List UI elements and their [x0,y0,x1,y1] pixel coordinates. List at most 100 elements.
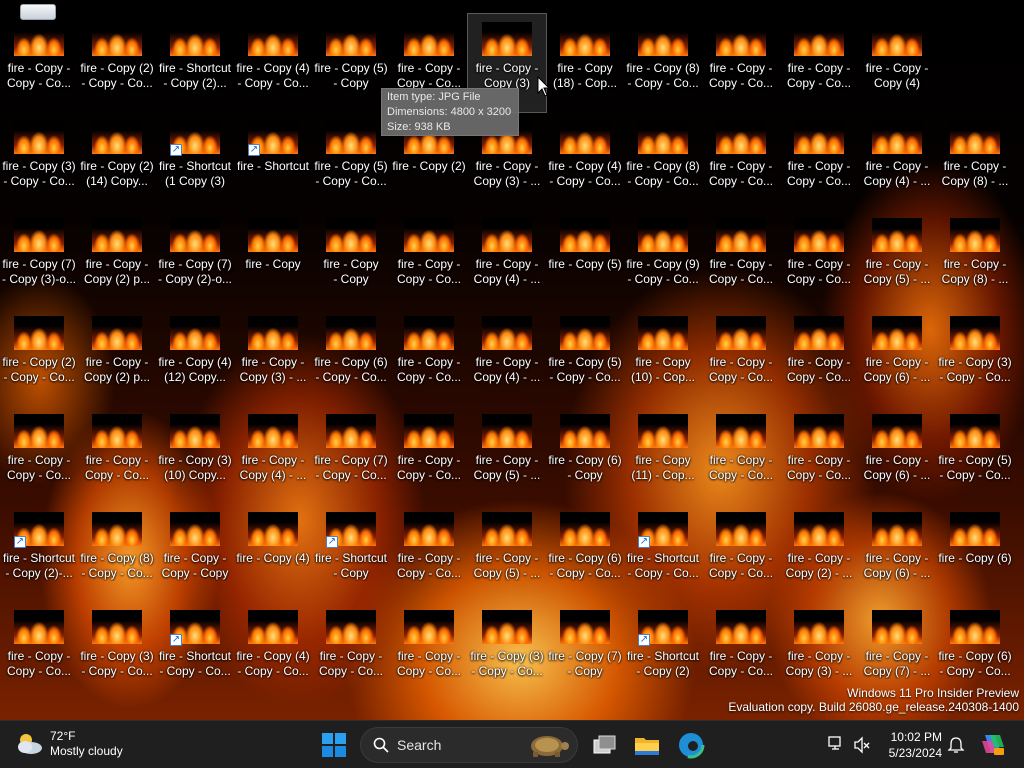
desktop-file-icon[interactable]: fire - Copy (8) - Copy - Co... [624,112,702,210]
desktop-file-icon[interactable]: fire - Copy (3) (10) Copy... [156,406,234,504]
desktop-file-icon[interactable]: fire - Copy (6) [936,504,1014,602]
desktop-file-icon[interactable]: fire - Copy - Copy - Co... [702,112,780,210]
desktop-file-icon[interactable]: fire - Copy (3) - Copy - Co... [78,602,156,700]
desktop-file-icon[interactable]: fire - Copy - Copy - Co... [390,210,468,308]
desktop-file-icon[interactable]: ↗ fire - Shortcut - Copy - Co... [156,602,234,700]
desktop-file-icon[interactable]: fire - Copy - Copy (6) - ... [858,308,936,406]
desktop-file-icon[interactable]: fire - Copy - Copy - Co... [0,602,78,700]
desktop-file-icon[interactable]: fire - Copy - Copy - Co... [780,112,858,210]
system-clock[interactable]: 10:02 PM 5/23/2024 [878,729,942,761]
desktop-file-icon[interactable]: fire - Copy - Copy (4) - ... [468,210,546,308]
desktop-file-icon[interactable]: fire - Copy - Copy (2) p... [78,210,156,308]
desktop-file-icon[interactable]: fire - Copy - Copy - Co... [312,602,390,700]
desktop-file-icon[interactable]: fire - Copy - Copy (6) - ... [858,406,936,504]
desktop-file-icon[interactable]: fire - Copy (7) - Copy - Co... [312,406,390,504]
desktop-file-label: fire - Copy - Copy (4) - ... [473,257,541,286]
desktop-file-icon[interactable]: fire - Copy - Copy (4) - ... [858,112,936,210]
desktop-file-icon[interactable]: fire - Copy (5) - Copy - Co... [936,406,1014,504]
desktop-file-icon[interactable]: fire - Copy - Copy - Co... [390,504,468,602]
notification-bell-icon[interactable] [947,736,965,754]
desktop-file-icon[interactable]: fire - Copy (6) - Copy [546,406,624,504]
desktop-file-icon[interactable]: fire - Copy (11) - Cop... [624,406,702,504]
desktop-file-icon[interactable]: fire - Copy (5) - Copy [312,14,390,112]
volume-muted-icon[interactable] [853,736,871,754]
desktop-file-icon[interactable]: fire - Copy (8) - Copy - Co... [78,504,156,602]
desktop-file-icon[interactable]: fire - Copy (7) - Copy [546,602,624,700]
desktop-file-icon[interactable]: fire - Copy - Copy - Co... [390,406,468,504]
desktop-file-icon[interactable]: fire - Copy - Copy - Co... [780,308,858,406]
desktop-file-icon[interactable]: fire - Copy - Copy (5) - ... [468,504,546,602]
windows-start-icon[interactable] [321,732,347,758]
search-input[interactable]: Search [360,727,578,763]
desktop-file-icon[interactable]: fire - Shortcut - Copy (2)... [156,14,234,112]
desktop-file-icon[interactable]: fire - Copy (4) - Copy - Co... [234,14,312,112]
desktop-file-icon[interactable]: fire - Copy (5) - Copy - Co... [312,112,390,210]
desktop-file-icon[interactable]: fire - Copy - Copy (5) - ... [858,210,936,308]
desktop-file-icon[interactable]: fire - Copy - Copy - Copy [156,504,234,602]
desktop-file-icon[interactable]: fire - Copy - Copy - Co... [702,14,780,112]
desktop-file-icon[interactable]: fire - Copy - Copy (6) - ... [858,504,936,602]
desktop-file-icon[interactable]: fire - Copy - Copy (2) - ... [780,504,858,602]
desktop-file-icon[interactable]: fire - Copy (4) (12) Copy... [156,308,234,406]
desktop-file-icon[interactable]: ↗ fire - Shortcut - Copy (2) [624,602,702,700]
desktop-file-icon[interactable]: fire - Copy (6) - Copy - Co... [546,504,624,602]
weather-widget[interactable]: 72°F Mostly cloudy [14,729,123,759]
desktop-file-icon[interactable]: fire - Copy - Copy - Co... [390,602,468,700]
desktop-file-icon[interactable]: ↗ fire - Shortcut (1 Copy (3) [156,112,234,210]
desktop-file-icon[interactable]: fire - Copy (5) [546,210,624,308]
desktop-file-icon[interactable]: fire - Copy - Copy (4) [858,14,936,112]
desktop-file-icon[interactable]: fire - Copy (4) - Copy - Co... [546,112,624,210]
desktop-file-icon[interactable]: fire - Copy - Copy (5) - ... [468,406,546,504]
desktop-file-icon[interactable]: ↗ fire - Shortcut [234,112,312,210]
desktop-file-icon[interactable]: fire - Copy - Copy (4) - ... [234,406,312,504]
desktop-file-icon[interactable]: fire - Copy (18) - Cop... [546,14,624,112]
desktop-file-icon[interactable]: fire - Copy - Copy [312,210,390,308]
desktop-file-icon[interactable]: fire - Copy - Copy - Co... [390,308,468,406]
desktop-file-label: fire - Copy - Copy (5) - ... [473,551,541,580]
desktop-file-icon[interactable]: fire - Copy - Copy - Co... [0,14,78,112]
copilot-icon[interactable] [980,731,1006,757]
desktop-file-icon[interactable]: fire - Copy - Copy (8) - ... [936,112,1014,210]
network-icon[interactable] [827,735,845,753]
desktop-file-icon[interactable]: fire - Copy - Copy - Co... [0,406,78,504]
task-view-icon[interactable] [590,731,618,759]
desktop-file-icon[interactable]: fire - Copy (2) - Copy - Co... [78,14,156,112]
desktop-file-icon[interactable]: fire - Copy - Copy - Co... [702,210,780,308]
desktop-file-icon[interactable]: fire - Copy (10) - Cop... [624,308,702,406]
desktop-file-icon[interactable]: fire - Copy - Copy - Co... [780,210,858,308]
fire-image-thumbnail-icon [404,414,454,448]
desktop-file-icon[interactable]: fire - Copy - Copy (4) - ... [468,308,546,406]
desktop-file-icon[interactable]: fire - Copy (7) - Copy (2)-o... [156,210,234,308]
desktop-file-icon[interactable]: fire - Copy (5) - Copy - Co... [546,308,624,406]
edge-browser-icon[interactable] [677,731,705,759]
desktop-file-icon[interactable]: fire - Copy - Copy (3) - ... [234,308,312,406]
desktop-file-icon[interactable]: fire - Copy - Copy - Co... [702,406,780,504]
desktop-file-icon[interactable]: fire - Copy (7) - Copy (3)-o... [0,210,78,308]
desktop-file-icon[interactable]: fire - Copy - Copy - Co... [780,14,858,112]
desktop-file-icon[interactable]: fire - Copy (9) - Copy - Co... [624,210,702,308]
desktop-file-icon[interactable]: fire - Copy [234,210,312,308]
desktop-file-icon[interactable]: fire - Copy (3) - Copy - Co... [468,602,546,700]
desktop-file-icon[interactable]: fire - Copy - Copy - Co... [780,406,858,504]
fire-image-thumbnail-icon [872,120,922,154]
desktop-file-icon[interactable]: fire - Copy (2) (14) Copy... [78,112,156,210]
desktop-file-icon[interactable]: fire - Copy (2) - Copy - Co... [0,308,78,406]
fire-image-thumbnail-icon [950,316,1000,350]
desktop-file-icon[interactable]: ↗ fire - Shortcut - Copy - Co... [624,504,702,602]
desktop-file-icon[interactable]: fire - Copy (4) - Copy - Co... [234,602,312,700]
desktop-file-icon[interactable]: fire - Copy (3) - Copy - Co... [936,308,1014,406]
desktop-file-icon[interactable]: fire - Copy - Copy (2) p... [78,308,156,406]
desktop-file-icon[interactable]: fire - Copy - Copy - Co... [78,406,156,504]
fire-image-thumbnail-icon [92,218,142,252]
file-explorer-icon[interactable] [633,731,661,759]
desktop-file-icon[interactable]: ↗ fire - Shortcut - Copy (2)-... [0,504,78,602]
desktop-file-icon[interactable]: fire - Copy (3) - Copy - Co... [0,112,78,210]
desktop-file-icon[interactable]: fire - Copy (6) - Copy - Co... [312,308,390,406]
fire-image-thumbnail-icon [92,120,142,154]
desktop-file-icon[interactable]: fire - Copy (4) [234,504,312,602]
desktop-file-icon[interactable]: fire - Copy - Copy - Co... [702,504,780,602]
desktop-file-icon[interactable]: ↗ fire - Shortcut - Copy [312,504,390,602]
desktop-file-icon[interactable]: fire - Copy - Copy - Co... [702,308,780,406]
desktop-file-icon[interactable]: fire - Copy (8) - Copy - Co... [624,14,702,112]
desktop-file-icon[interactable]: fire - Copy - Copy (8) - ... [936,210,1014,308]
